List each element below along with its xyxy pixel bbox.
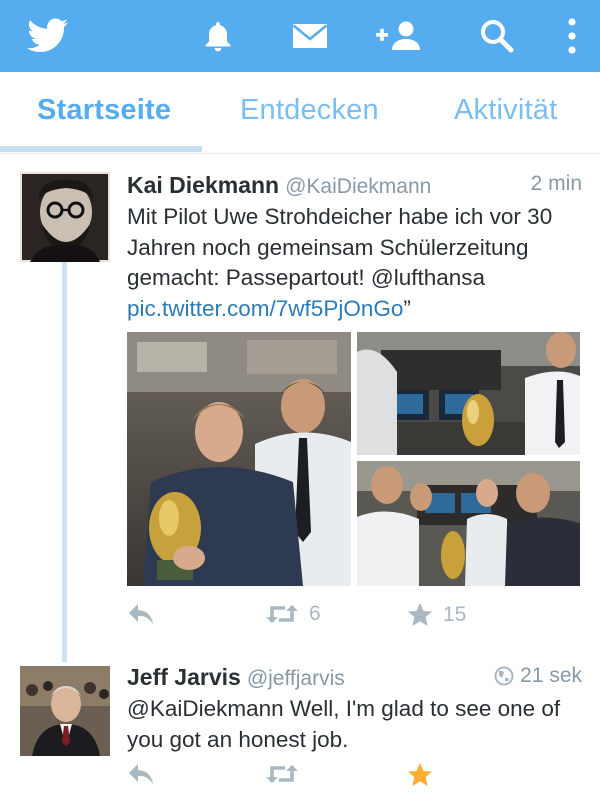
retweet-button[interactable] xyxy=(265,762,299,786)
author-handle[interactable]: @jeffjarvis xyxy=(247,667,345,690)
tweet-text-line: you got an honest job. xyxy=(127,726,349,752)
reply-icon xyxy=(129,764,153,784)
globe-icon xyxy=(494,666,514,686)
timestamp-text: 21 sek xyxy=(520,664,582,687)
tweet-text: @KaiDiekmann Well, I'm glad to see one o… xyxy=(127,694,587,755)
author-name[interactable]: Jeff Jarvis xyxy=(127,664,241,690)
avatar[interactable] xyxy=(20,666,110,756)
tweet-timestamp: 21 sek xyxy=(494,664,582,688)
reply-button[interactable] xyxy=(127,762,155,786)
tweet-text-line: @KaiDiekmann Well, I'm glad to see one o… xyxy=(127,696,561,721)
star-icon-active xyxy=(408,763,432,786)
tweet-card[interactable]: Jeff Jarvis @jeffjarvis 21 sek @KaiDiekma… xyxy=(0,0,600,803)
retweet-icon xyxy=(266,765,298,783)
tweet-actions xyxy=(0,762,600,792)
favorite-button[interactable] xyxy=(407,762,433,788)
